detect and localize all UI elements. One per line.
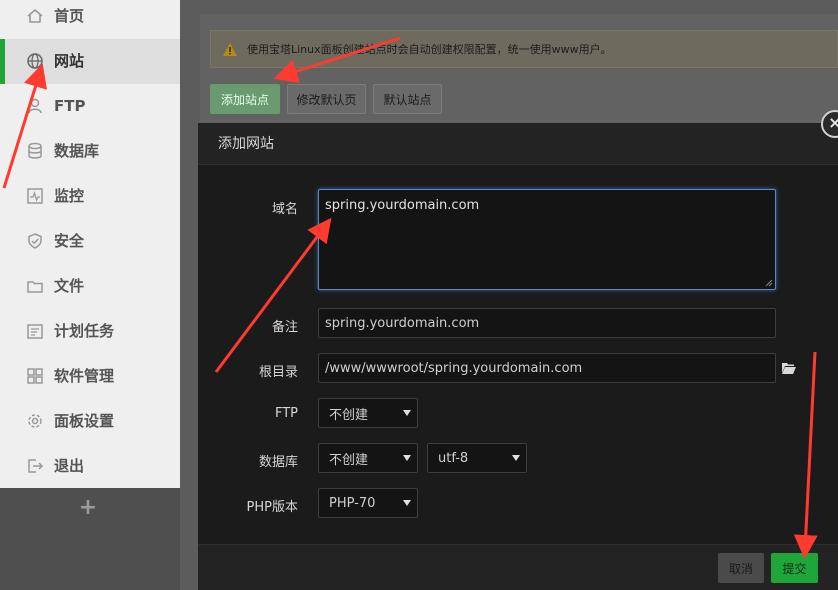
sidebar-menu: 首页 网站 FTP 数据库 监控 安全 文件 计划任务 软件管理 面板设置 退出 [0, 0, 180, 488]
sidebar-item-label: FTP [54, 97, 86, 115]
remark-input[interactable]: spring.yourdomain.com [318, 308, 776, 338]
ftp-select-value: 不创建 [329, 407, 369, 423]
sidebar-item-label: 首页 [54, 7, 85, 25]
default-site-button[interactable]: 默认站点 [373, 84, 442, 114]
chevron-down-icon [403, 455, 411, 461]
remark-label: 备注 [271, 320, 298, 335]
database-select-value: 不创建 [329, 452, 369, 468]
home-icon [27, 8, 43, 23]
database-icon [28, 142, 42, 159]
sidebar-add-button[interactable]: + [78, 496, 98, 520]
sidebar-item-logout[interactable]: 退出 [0, 444, 180, 489]
edit-default-page-button[interactable]: 修改默认页 [287, 84, 366, 114]
ftp-select[interactable]: 不创建 [318, 398, 418, 428]
warning-icon [223, 42, 237, 56]
dialog-header: 添加网站 [198, 123, 838, 165]
chevron-down-icon [403, 500, 411, 506]
notice-bar: 使用宝塔Linux面板创建站点时会自动创建权限配置，统一使用www用户。 [210, 30, 838, 68]
chevron-down-icon [512, 455, 520, 461]
folder-icon [27, 281, 43, 293]
sidebar-item-settings[interactable]: 面板设置 [0, 399, 180, 444]
cancel-button[interactable]: 取消 [718, 553, 764, 583]
sidebar-item-label: 监控 [54, 187, 85, 205]
php-version-label: PHP版本 [246, 500, 298, 515]
root-dir-label: 根目录 [258, 365, 298, 380]
sidebar-item-software[interactable]: 软件管理 [0, 354, 180, 399]
database-label: 数据库 [258, 455, 298, 470]
sidebar-item-ftp[interactable]: FTP [0, 84, 180, 129]
php-version-select-value: PHP-70 [329, 495, 376, 511]
sidebar-item-label: 退出 [54, 457, 85, 475]
sidebar-item-label: 网站 [54, 52, 85, 70]
sidebar-item-files[interactable]: 文件 [0, 264, 180, 309]
root-dir-input[interactable]: /www/wwwroot/spring.yourdomain.com [318, 353, 776, 383]
ftp-label: FTP [274, 406, 298, 421]
clock-icon [27, 324, 43, 339]
sidebar-item-website[interactable]: 网站 [0, 39, 180, 84]
sidebar-item-label: 安全 [54, 232, 85, 250]
php-version-select[interactable]: PHP-70 [318, 488, 418, 518]
notice-text: 使用宝塔Linux面板创建站点时会自动创建权限配置，统一使用www用户。 [247, 43, 612, 56]
monitor-icon [27, 188, 43, 204]
sidebar: 首页 网站 FTP 数据库 监控 安全 文件 计划任务 软件管理 面板设置 退出… [0, 0, 180, 590]
gear-icon [28, 414, 42, 428]
charset-select-value: utf-8 [438, 450, 469, 466]
sidebar-item-cron[interactable]: 计划任务 [0, 309, 180, 354]
globe-icon [27, 53, 43, 69]
domain-value: spring.yourdomain.com [325, 198, 480, 213]
grid-icon [27, 368, 43, 384]
domain-label: 域名 [271, 202, 298, 217]
charset-select[interactable]: utf-8 [427, 443, 527, 473]
resize-grip-icon[interactable] [765, 279, 773, 287]
sidebar-item-label: 面板设置 [54, 412, 115, 430]
user-icon [28, 98, 42, 114]
submit-button[interactable]: 提交 [771, 553, 818, 583]
sidebar-item-home[interactable]: 首页 [0, 0, 180, 39]
sidebar-item-label: 数据库 [54, 142, 100, 160]
sidebar-item-label: 软件管理 [54, 367, 115, 385]
sidebar-item-security[interactable]: 安全 [0, 219, 180, 264]
shield-icon [28, 233, 42, 249]
chevron-down-icon [403, 410, 411, 416]
sidebar-item-label: 文件 [54, 277, 85, 295]
sidebar-item-database[interactable]: 数据库 [0, 129, 180, 174]
sidebar-item-label: 计划任务 [54, 322, 115, 340]
database-select[interactable]: 不创建 [318, 443, 418, 473]
logout-icon [28, 459, 44, 473]
folder-open-icon[interactable] [782, 362, 796, 374]
dialog-title: 添加网站 [218, 136, 274, 152]
add-site-button[interactable]: 添加站点 [210, 84, 280, 114]
domain-textarea[interactable]: spring.yourdomain.com [318, 189, 776, 290]
sidebar-item-monitor[interactable]: 监控 [0, 174, 180, 219]
